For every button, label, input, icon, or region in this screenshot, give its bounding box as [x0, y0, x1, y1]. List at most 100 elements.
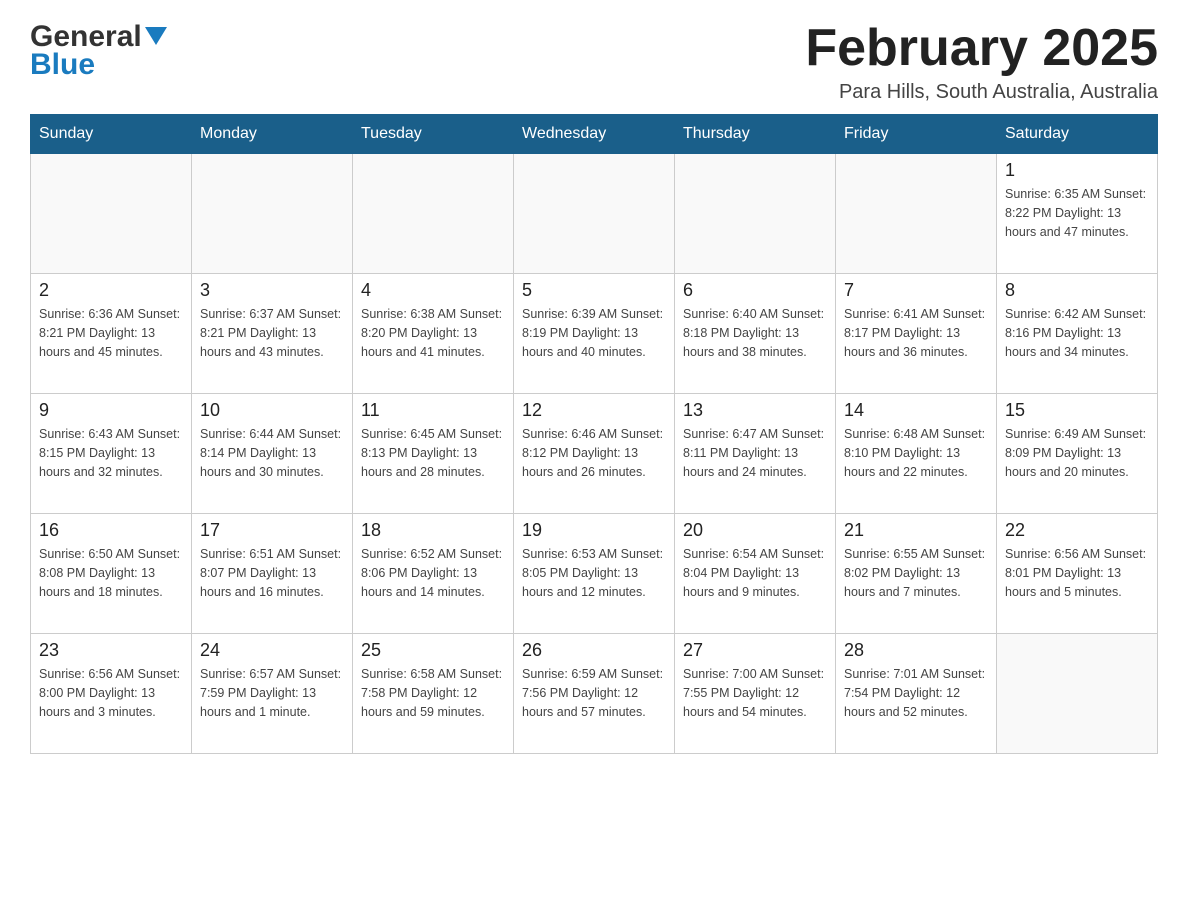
calendar-cell: 13 Sunrise: 6:47 AM Sunset: 8:11 PM Dayli… [675, 394, 836, 514]
day-info: Sunrise: 6:58 AM Sunset: 7:58 PM Dayligh… [361, 665, 505, 721]
calendar-cell [836, 154, 997, 274]
day-info: Sunrise: 6:39 AM Sunset: 8:19 PM Dayligh… [522, 305, 666, 361]
calendar-cell [997, 634, 1158, 754]
calendar-cell: 25 Sunrise: 6:58 AM Sunset: 7:58 PM Dayli… [353, 634, 514, 754]
day-info: Sunrise: 6:56 AM Sunset: 8:00 PM Dayligh… [39, 665, 183, 721]
calendar-cell [31, 154, 192, 274]
calendar-cell: 6 Sunrise: 6:40 AM Sunset: 8:18 PM Daylig… [675, 274, 836, 394]
week-row-3: 9Sunrise: 6:43 AM Sunset: 8:15 PM Daylig… [31, 394, 1158, 514]
calendar-cell: 28Sunrise: 7:01 AM Sunset: 7:54 PM Dayli… [836, 634, 997, 754]
day-number: 7 [844, 280, 988, 301]
day-number: 22 [1005, 520, 1149, 541]
weekday-header-row: SundayMondayTuesdayWednesdayThursdayFrid… [31, 115, 1158, 154]
day-info: Sunrise: 6:36 AM Sunset: 8:21 PM Dayligh… [39, 305, 183, 361]
day-number: 10 [200, 400, 344, 421]
day-info: Sunrise: 6:35 AM Sunset: 8:22 PM Dayligh… [1005, 185, 1149, 241]
day-number: 16 [39, 520, 183, 541]
weekday-header-monday: Monday [192, 115, 353, 154]
day-info: Sunrise: 6:49 AM Sunset: 8:09 PM Dayligh… [1005, 425, 1149, 481]
week-row-2: 2 Sunrise: 6:36 AM Sunset: 8:21 PM Daylig… [31, 274, 1158, 394]
calendar-cell: 11Sunrise: 6:45 AM Sunset: 8:13 PM Dayli… [353, 394, 514, 514]
week-row-4: 16 Sunrise: 6:50 AM Sunset: 8:08 PM Dayli… [31, 514, 1158, 634]
calendar-cell [514, 154, 675, 274]
calendar-cell: 17 Sunrise: 6:51 AM Sunset: 8:07 PM Dayli… [192, 514, 353, 634]
weekday-header-saturday: Saturday [997, 115, 1158, 154]
logo-triangle-icon [145, 27, 167, 45]
weekday-header-wednesday: Wednesday [514, 115, 675, 154]
calendar-cell: 21 Sunrise: 6:55 AM Sunset: 8:02 PM Dayli… [836, 514, 997, 634]
weekday-header-thursday: Thursday [675, 115, 836, 154]
day-info: Sunrise: 6:46 AM Sunset: 8:12 PM Dayligh… [522, 425, 666, 481]
day-info: Sunrise: 6:57 AM Sunset: 7:59 PM Dayligh… [200, 665, 344, 721]
day-number: 2 [39, 280, 183, 301]
calendar-cell: 15 Sunrise: 6:49 AM Sunset: 8:09 PM Dayli… [997, 394, 1158, 514]
calendar-cell: 5 Sunrise: 6:39 AM Sunset: 8:19 PM Daylig… [514, 274, 675, 394]
day-number: 5 [522, 280, 666, 301]
day-info: Sunrise: 6:47 AM Sunset: 8:11 PM Dayligh… [683, 425, 827, 481]
day-info: Sunrise: 6:53 AM Sunset: 8:05 PM Dayligh… [522, 545, 666, 601]
page-header: General Blue February 2025 Para Hills, S… [30, 20, 1158, 104]
day-info: Sunrise: 6:50 AM Sunset: 8:08 PM Dayligh… [39, 545, 183, 601]
day-number: 14 [844, 400, 988, 421]
day-info: Sunrise: 6:59 AM Sunset: 7:56 PM Dayligh… [522, 665, 666, 721]
day-number: 12 [522, 400, 666, 421]
day-info: Sunrise: 6:54 AM Sunset: 8:04 PM Dayligh… [683, 545, 827, 601]
calendar-cell: 27 Sunrise: 7:00 AM Sunset: 7:55 PM Dayli… [675, 634, 836, 754]
calendar-cell: 2 Sunrise: 6:36 AM Sunset: 8:21 PM Daylig… [31, 274, 192, 394]
calendar-cell [675, 154, 836, 274]
day-info: Sunrise: 6:44 AM Sunset: 8:14 PM Dayligh… [200, 425, 344, 481]
day-info: Sunrise: 6:52 AM Sunset: 8:06 PM Dayligh… [361, 545, 505, 601]
calendar-cell: 22 Sunrise: 6:56 AM Sunset: 8:01 PM Dayli… [997, 514, 1158, 634]
day-number: 17 [200, 520, 344, 541]
weekday-header-friday: Friday [836, 115, 997, 154]
weekday-header-tuesday: Tuesday [353, 115, 514, 154]
calendar-cell: 1 Sunrise: 6:35 AM Sunset: 8:22 PM Daylig… [997, 154, 1158, 274]
weekday-header-sunday: Sunday [31, 115, 192, 154]
day-number: 3 [200, 280, 344, 301]
calendar-cell: 4Sunrise: 6:38 AM Sunset: 8:20 PM Daylig… [353, 274, 514, 394]
week-row-5: 23 Sunrise: 6:56 AM Sunset: 8:00 PM Dayli… [31, 634, 1158, 754]
day-info: Sunrise: 6:55 AM Sunset: 8:02 PM Dayligh… [844, 545, 988, 601]
calendar-cell: 14 Sunrise: 6:48 AM Sunset: 8:10 PM Dayli… [836, 394, 997, 514]
day-number: 15 [1005, 400, 1149, 421]
day-number: 26 [522, 640, 666, 661]
calendar-cell: 3 Sunrise: 6:37 AM Sunset: 8:21 PM Daylig… [192, 274, 353, 394]
calendar-cell [353, 154, 514, 274]
day-number: 19 [522, 520, 666, 541]
calendar-cell: 7 Sunrise: 6:41 AM Sunset: 8:17 PM Daylig… [836, 274, 997, 394]
day-number: 18 [361, 520, 505, 541]
calendar-cell: 10 Sunrise: 6:44 AM Sunset: 8:14 PM Dayli… [192, 394, 353, 514]
day-info: Sunrise: 6:42 AM Sunset: 8:16 PM Dayligh… [1005, 305, 1149, 361]
day-number: 20 [683, 520, 827, 541]
day-number: 28 [844, 640, 988, 661]
day-number: 23 [39, 640, 183, 661]
day-number: 1 [1005, 160, 1149, 181]
calendar-cell [192, 154, 353, 274]
calendar-cell: 20 Sunrise: 6:54 AM Sunset: 8:04 PM Dayli… [675, 514, 836, 634]
calendar-cell: 23 Sunrise: 6:56 AM Sunset: 8:00 PM Dayli… [31, 634, 192, 754]
calendar-cell: 8Sunrise: 6:42 AM Sunset: 8:16 PM Daylig… [997, 274, 1158, 394]
calendar-cell: 24 Sunrise: 6:57 AM Sunset: 7:59 PM Dayli… [192, 634, 353, 754]
day-info: Sunrise: 6:38 AM Sunset: 8:20 PM Dayligh… [361, 305, 505, 361]
calendar-cell: 26 Sunrise: 6:59 AM Sunset: 7:56 PM Dayli… [514, 634, 675, 754]
day-info: Sunrise: 7:00 AM Sunset: 7:55 PM Dayligh… [683, 665, 827, 721]
day-number: 24 [200, 640, 344, 661]
day-info: Sunrise: 6:37 AM Sunset: 8:21 PM Dayligh… [200, 305, 344, 361]
day-info: Sunrise: 6:51 AM Sunset: 8:07 PM Dayligh… [200, 545, 344, 601]
day-info: Sunrise: 6:43 AM Sunset: 8:15 PM Dayligh… [39, 425, 183, 481]
day-info: Sunrise: 6:40 AM Sunset: 8:18 PM Dayligh… [683, 305, 827, 361]
day-number: 13 [683, 400, 827, 421]
day-number: 6 [683, 280, 827, 301]
calendar-title: February 2025 [805, 20, 1158, 77]
day-info: Sunrise: 6:48 AM Sunset: 8:10 PM Dayligh… [844, 425, 988, 481]
calendar-cell: 9Sunrise: 6:43 AM Sunset: 8:15 PM Daylig… [31, 394, 192, 514]
day-number: 27 [683, 640, 827, 661]
day-number: 21 [844, 520, 988, 541]
calendar-subtitle: Para Hills, South Australia, Australia [805, 81, 1158, 104]
day-number: 25 [361, 640, 505, 661]
logo-blue: Blue [30, 48, 95, 82]
day-info: Sunrise: 6:41 AM Sunset: 8:17 PM Dayligh… [844, 305, 988, 361]
calendar-cell: 12 Sunrise: 6:46 AM Sunset: 8:12 PM Dayli… [514, 394, 675, 514]
day-info: Sunrise: 6:56 AM Sunset: 8:01 PM Dayligh… [1005, 545, 1149, 601]
title-section: February 2025 Para Hills, South Australi… [805, 20, 1158, 104]
